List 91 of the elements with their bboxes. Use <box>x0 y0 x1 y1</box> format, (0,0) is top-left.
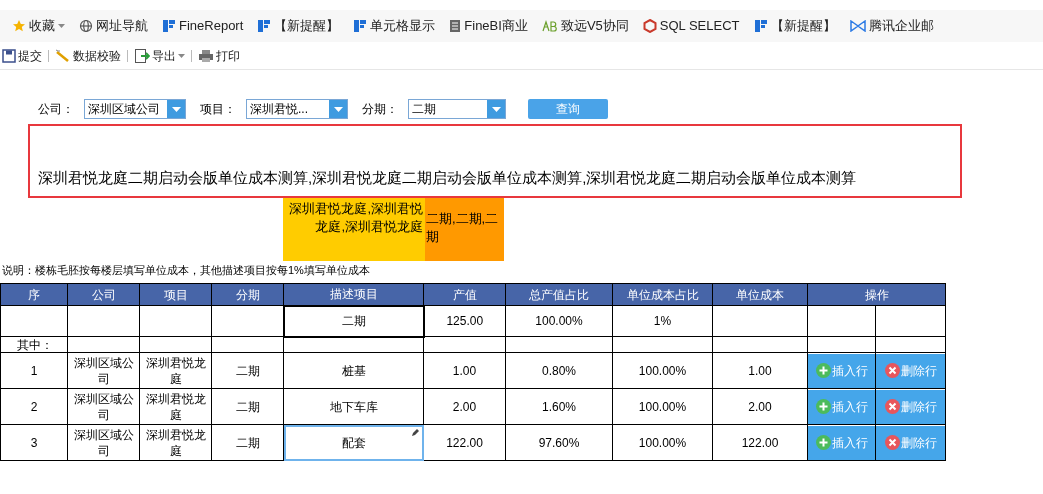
unit-cost-cell: 1.00 <box>712 352 808 389</box>
ab-logo-icon <box>541 20 558 32</box>
index-cell: 1 <box>0 352 68 389</box>
toolbar-button[interactable]: 导出 <box>134 46 185 65</box>
bowtie-logo-icon <box>849 20 866 32</box>
bookmark-link[interactable]: 网址导航 <box>79 16 148 36</box>
toolbar-button[interactable]: 打印 <box>198 46 240 65</box>
close-icon <box>884 435 900 450</box>
company-cell: 深圳区域公司 <box>67 424 140 461</box>
company-cell: 深圳区域公司 <box>67 352 140 389</box>
column-header: 产值 <box>423 283 506 306</box>
filter-dropdown[interactable]: 深圳区域公司 <box>84 99 186 119</box>
project-cell: 深圳君悦龙庭 <box>139 424 212 461</box>
filter-dropdown[interactable]: 二期 <box>408 99 506 119</box>
bookmark-link[interactable]: FineReport <box>162 16 244 36</box>
report-logo-icon <box>162 19 176 33</box>
report-logo-icon <box>753 19 768 33</box>
plus-icon <box>815 363 831 378</box>
toolbar-button[interactable]: 提交 <box>2 46 42 65</box>
printer-icon <box>198 48 214 63</box>
column-header: 单位成本占比 <box>612 283 713 306</box>
wand-icon <box>55 48 71 63</box>
share-cell: 100.00% <box>505 305 613 337</box>
export-icon <box>134 47 150 64</box>
column-header: 序 <box>0 283 68 306</box>
project-cell: 深圳君悦龙庭 <box>139 352 212 389</box>
project-summary-cell: 深圳君悦龙庭,深圳君悦龙庭,深圳君悦龙庭 <box>283 198 425 261</box>
phase-cell: 二期 <box>211 424 284 461</box>
share-cell: 1.60% <box>505 388 613 425</box>
caret-icon <box>58 24 65 28</box>
unit-cost-cell: 2.00 <box>712 388 808 425</box>
note-text: 说明：楼栋毛胚按每楼层填写单位成本，其他描述项目按每1%填写单位成本 <box>1 263 371 278</box>
description-cell[interactable]: 配套 <box>283 424 424 461</box>
globe-icon <box>79 19 93 33</box>
output-cell: 1.00 <box>423 352 506 389</box>
unit-share-cell: 100.00% <box>612 352 713 389</box>
output-cell: 125.00 <box>423 305 506 337</box>
pencil-icon <box>411 428 420 437</box>
bookmark-link[interactable]: 【新提醒】 <box>257 16 340 36</box>
close-icon <box>884 363 900 378</box>
dropdown-arrow-icon <box>333 106 343 112</box>
save-icon <box>2 48 16 63</box>
filter-label: 分期： <box>362 101 398 118</box>
share-cell: 97.60% <box>505 424 613 461</box>
caret-icon <box>178 53 185 58</box>
share-cell: 0.80% <box>505 352 613 389</box>
filter-label: 公司： <box>38 101 74 118</box>
description-cell[interactable]: 地下车库 <box>283 388 424 425</box>
index-cell: 其中： <box>0 336 68 353</box>
close-icon <box>884 399 900 414</box>
star-icon <box>12 19 26 33</box>
plus-icon <box>815 399 831 414</box>
unit-share-cell: 100.00% <box>612 388 713 425</box>
column-header: 分期 <box>211 283 284 306</box>
index-cell: 3 <box>0 424 68 461</box>
report-title: 深圳君悦龙庭二期启动会版单位成本测算,深圳君悦龙庭二期启动会版单位成本测算,深圳君悦龙庭二期启动会版单位成本测算 <box>38 167 857 188</box>
report-logo-icon <box>353 19 368 33</box>
filter-label: 项目： <box>200 101 236 118</box>
plus-icon <box>815 435 831 450</box>
column-header: 描述项目 <box>283 283 424 306</box>
toolbar-button[interactable]: 数据校验 <box>55 46 121 65</box>
output-cell: 122.00 <box>423 424 506 461</box>
project-cell: 深圳君悦龙庭 <box>139 388 212 425</box>
column-header: 公司 <box>67 283 140 306</box>
document-icon <box>449 19 462 33</box>
report-logo-icon <box>257 19 272 33</box>
phase-cell: 二期 <box>211 352 284 389</box>
column-header: 单位成本 <box>712 283 808 306</box>
bookmark-link[interactable]: 收藏 <box>12 16 65 36</box>
unit-cost-cell: 122.00 <box>712 424 808 461</box>
phase-summary-cell: 二期,二期,二期 <box>425 198 504 261</box>
description-cell: 二期 <box>283 305 424 337</box>
column-header: 总产值占比 <box>505 283 613 306</box>
dropdown-arrow-icon <box>171 106 181 112</box>
unit-share-cell: 100.00% <box>612 424 713 461</box>
phase-cell: 二期 <box>211 388 284 425</box>
bookmark-link[interactable]: FineBI商业 <box>449 16 528 36</box>
column-header: 操作 <box>807 283 946 306</box>
filter-dropdown[interactable]: 深圳君悦... <box>246 99 348 119</box>
column-header: 项目 <box>139 283 212 306</box>
bookmark-link[interactable]: 【新提醒】 <box>753 16 836 36</box>
bookmark-link[interactable]: 单元格显示 <box>353 16 436 36</box>
index-cell: 2 <box>0 388 68 425</box>
company-cell: 深圳区域公司 <box>67 388 140 425</box>
bookmark-link[interactable]: SQL SELECT <box>642 16 740 36</box>
output-cell: 2.00 <box>423 388 506 425</box>
bookmark-link[interactable]: 致远V5协同 <box>541 16 629 36</box>
description-cell[interactable]: 桩基 <box>283 352 424 389</box>
unit-share-cell: 1% <box>612 305 713 337</box>
bookmark-link[interactable]: 腾讯企业邮 <box>849 16 934 36</box>
dropdown-arrow-icon <box>491 106 501 112</box>
